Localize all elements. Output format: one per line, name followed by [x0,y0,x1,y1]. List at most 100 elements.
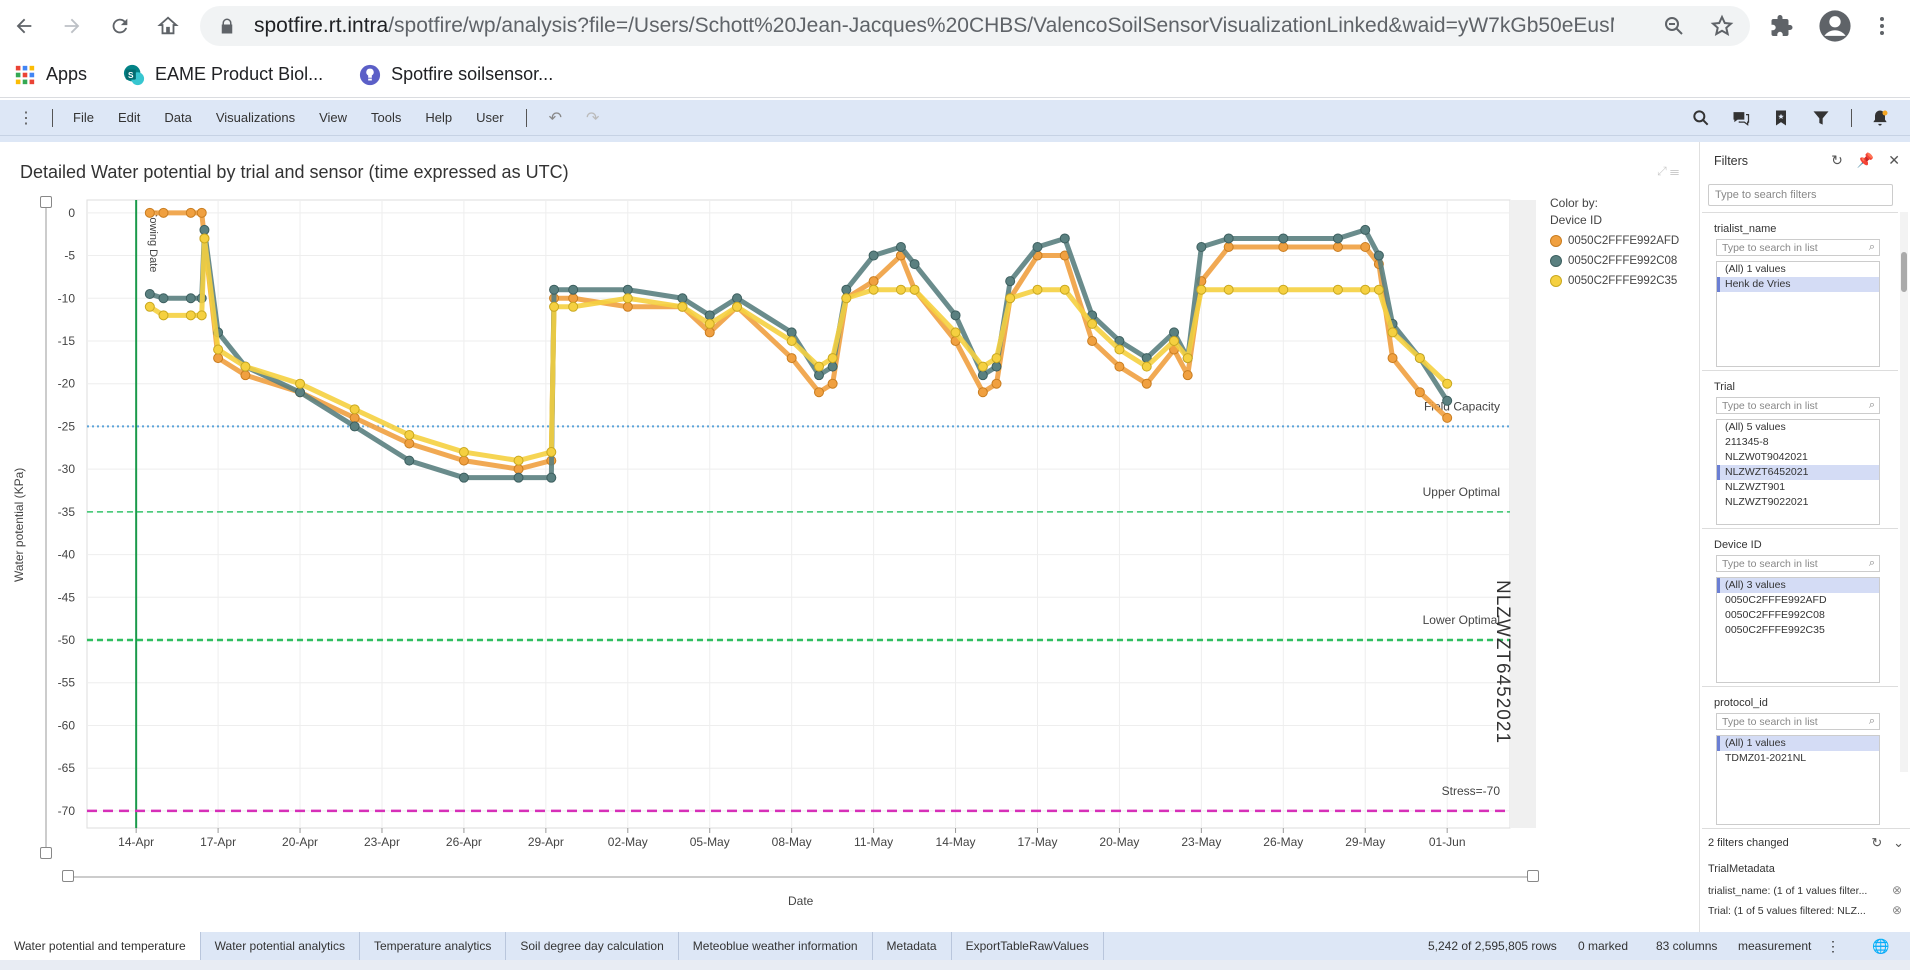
data-point[interactable] [813,370,824,381]
data-point[interactable] [1196,241,1207,252]
data-point[interactable] [1032,241,1043,252]
data-point[interactable] [991,353,1002,364]
data-point[interactable] [991,378,1002,389]
filter-list-item[interactable]: Henk de Vries [1717,277,1879,292]
data-point[interactable] [185,293,196,304]
data-point[interactable] [991,361,1002,372]
data-point[interactable] [546,447,557,458]
data-table-name[interactable]: measurement [1738,932,1811,960]
x-zoom-handle-left[interactable] [62,870,74,882]
data-point[interactable] [813,387,824,398]
data-point[interactable] [1059,284,1070,295]
filter-list-item[interactable]: NLZWZT6452021 [1717,465,1879,480]
data-point[interactable] [1223,233,1234,244]
filter-list-item[interactable]: (All) 5 values [1717,420,1879,435]
tab-metadata[interactable]: Metadata [873,932,952,960]
data-point[interactable] [1332,241,1343,252]
scroll-thumb[interactable] [1901,252,1907,292]
data-point[interactable] [213,353,224,364]
kebab-menu-icon[interactable]: ⋮ [18,108,34,128]
data-point[interactable] [196,310,207,321]
menu-tools[interactable]: Tools [371,110,401,125]
data-point[interactable] [895,284,906,295]
data-point[interactable] [868,276,879,287]
data-point[interactable] [1414,353,1425,364]
bookmark-apps[interactable]: Apps [14,64,87,86]
data-point[interactable] [199,224,210,235]
undo-icon[interactable]: ↶ [549,108,562,128]
more-icon[interactable]: ⋮ [1826,932,1840,960]
menu-help[interactable]: Help [425,110,452,125]
comments-icon[interactable] [1731,108,1751,128]
data-point[interactable] [1032,284,1043,295]
data-point[interactable] [1373,284,1384,295]
data-point[interactable] [144,288,155,299]
y-zoom-slider[interactable] [45,200,47,852]
data-point[interactable] [1360,284,1371,295]
data-point[interactable] [1278,241,1289,252]
data-point[interactable] [1223,284,1234,295]
y-zoom-handle-bottom[interactable] [40,847,52,859]
filter-list-item[interactable]: TDMZ01-2021NL [1717,751,1879,766]
menu-file[interactable]: File [73,110,94,125]
legend-item[interactable]: 0050C2FFFE992AFD [1550,235,1679,247]
filter-list[interactable]: (All) 3 values 0050C2FFFE992AFD 0050C2FFFE… [1716,577,1880,683]
data-point[interactable] [895,241,906,252]
y-zoom-handle-top[interactable] [40,196,52,208]
data-point[interactable] [295,387,306,398]
data-point[interactable] [841,284,852,295]
data-point[interactable] [704,318,715,329]
data-point[interactable] [1360,224,1371,235]
menu-edit[interactable]: Edit [118,110,140,125]
close-icon[interactable]: ✕ [1888,152,1900,169]
data-point[interactable] [1141,361,1152,372]
data-point[interactable] [349,404,360,415]
globe-icon[interactable]: 🌐 [1872,932,1889,960]
filter-list-search-input[interactable]: Type to search in list ⌕ [1716,239,1880,256]
data-point[interactable] [1059,233,1070,244]
filter-list-search-input[interactable]: Type to search in list ⌕ [1716,397,1880,414]
data-point[interactable] [813,361,824,372]
data-point[interactable] [549,284,560,295]
menu-data[interactable]: Data [164,110,191,125]
data-point[interactable] [977,361,988,372]
menu-visualizations[interactable]: Visualizations [216,110,295,125]
data-point[interactable] [199,233,210,244]
filter-list-item[interactable]: (All) 3 values [1717,578,1879,593]
bookmark-eame[interactable]: S EAME Product Biol... [123,64,323,86]
data-point[interactable] [1005,293,1016,304]
tab-water-potential-analytics[interactable]: Water potential analytics [201,932,360,960]
redo-icon[interactable]: ↷ [586,108,599,128]
data-point[interactable] [513,455,524,466]
data-point[interactable] [404,438,415,449]
data-point[interactable] [977,387,988,398]
tab-meteoblue[interactable]: Meteoblue weather information [679,932,873,960]
browser-menu-icon[interactable] [1870,14,1894,38]
data-point[interactable] [786,353,797,364]
data-point[interactable] [240,370,251,381]
filter-icon[interactable] [1811,108,1831,128]
data-point[interactable] [786,327,797,338]
tab-export-table[interactable]: ExportTableRawValues [952,932,1104,960]
data-point[interactable] [622,284,633,295]
data-point[interactable] [546,472,557,483]
data-point[interactable] [732,293,743,304]
zoom-icon[interactable] [1662,14,1686,38]
chevron-down-icon[interactable]: ⌄ [1893,835,1904,850]
data-point[interactable] [1114,344,1125,355]
data-point[interactable] [868,250,879,261]
filter-list-item[interactable]: 0050C2FFFE992AFD [1717,593,1879,608]
x-zoom-handle-right[interactable] [1527,870,1539,882]
filter-list-search-input[interactable]: Type to search in list ⌕ [1716,713,1880,730]
tab-soil-degree-day[interactable]: Soil degree day calculation [506,932,679,960]
data-point[interactable] [1373,250,1384,261]
data-point[interactable] [1169,335,1180,346]
data-point[interactable] [1087,318,1098,329]
data-point[interactable] [213,344,224,355]
tab-temperature-analytics[interactable]: Temperature analytics [360,932,507,960]
bookmark-spotfire[interactable]: Spotfire soilsensor... [359,64,553,86]
data-point[interactable] [295,378,306,389]
data-point[interactable] [513,472,524,483]
data-point[interactable] [677,293,688,304]
legend-item[interactable]: 0050C2FFFE992C08 [1550,255,1679,267]
